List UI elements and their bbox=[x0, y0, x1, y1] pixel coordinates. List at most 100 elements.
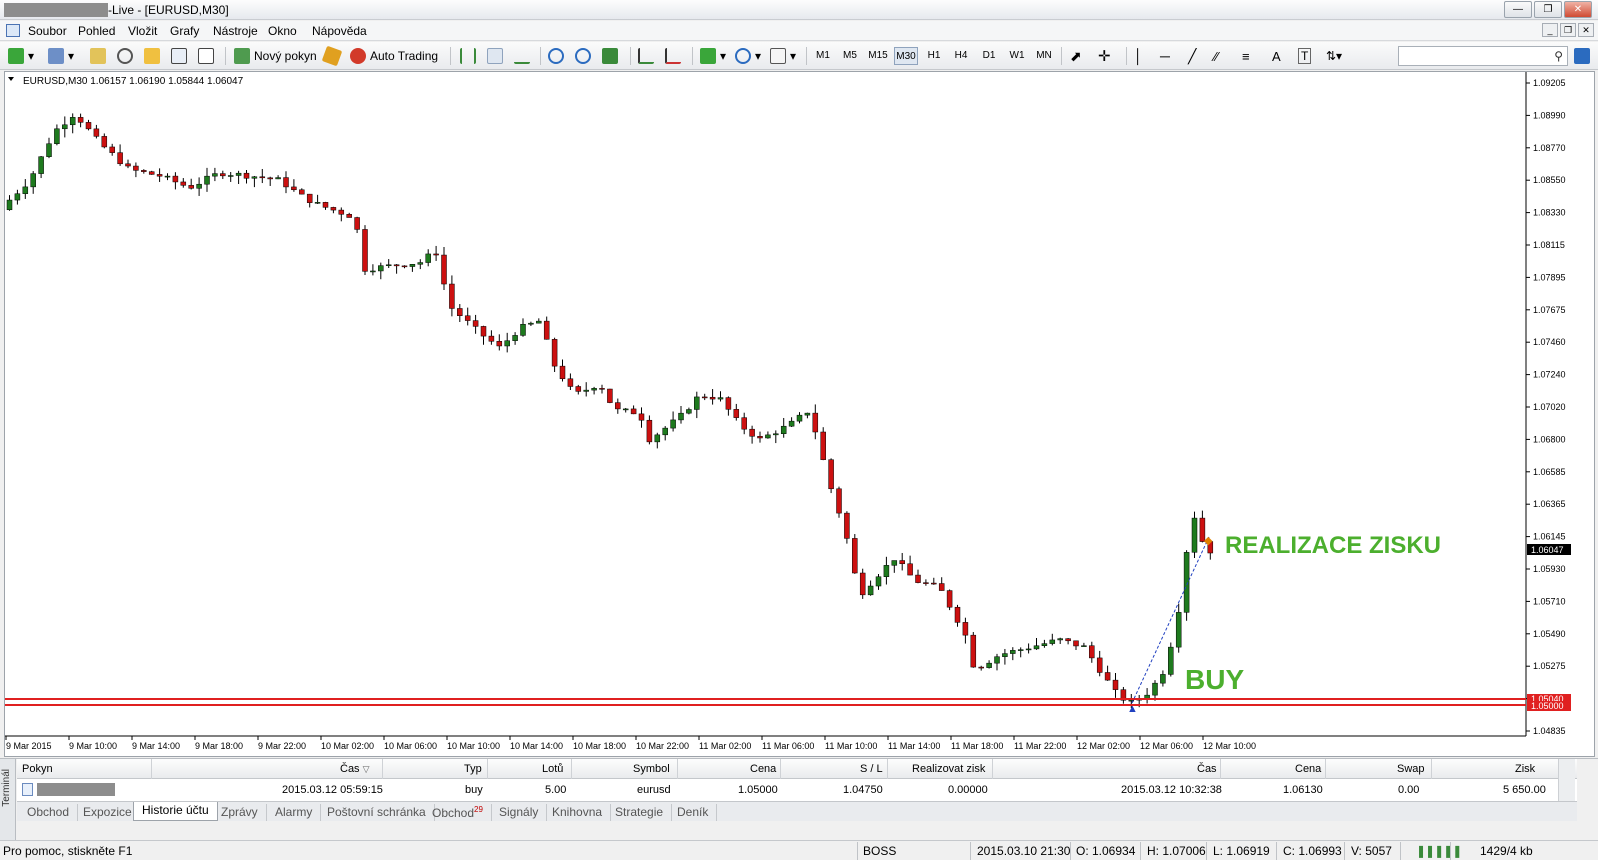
horizontal-line-tool-button[interactable]: ─ bbox=[1160, 46, 1170, 66]
community-button[interactable] bbox=[1574, 46, 1594, 66]
tab-historie-uctu[interactable]: Historie účtu bbox=[133, 802, 218, 821]
candlestick-chart-button[interactable] bbox=[487, 46, 507, 66]
terminal-button[interactable] bbox=[171, 46, 191, 66]
text-label-tool-button[interactable]: T bbox=[1298, 46, 1312, 66]
new-order-button[interactable]: Nový pokyn bbox=[234, 46, 317, 66]
cursor-tool-button[interactable]: ⬈ bbox=[1070, 46, 1082, 66]
candle bbox=[520, 318, 526, 337]
close-button[interactable]: ✕ bbox=[1564, 1, 1592, 18]
data-window-button[interactable] bbox=[117, 46, 137, 66]
timeframe-m15[interactable]: M15 bbox=[866, 47, 890, 65]
col-pokyn[interactable]: Pokyn bbox=[22, 763, 53, 775]
timeframe-d1[interactable]: D1 bbox=[977, 47, 1001, 65]
auto-trading-button[interactable]: Auto Trading bbox=[350, 46, 438, 66]
text-tool-button[interactable]: A bbox=[1272, 46, 1281, 66]
mdi-restore-button[interactable]: ❐ bbox=[1560, 23, 1576, 37]
zoom-in-button[interactable] bbox=[548, 46, 568, 66]
candle bbox=[164, 173, 171, 181]
arrows-tool-button[interactable]: ⇅▾ bbox=[1326, 46, 1342, 66]
periods-button[interactable]: ▾ bbox=[735, 46, 761, 66]
tile-windows-button[interactable] bbox=[602, 46, 622, 66]
tab-strategie[interactable]: Strategie bbox=[607, 804, 673, 821]
tab-denik[interactable]: Deník bbox=[669, 804, 718, 821]
timeframe-mn[interactable]: MN bbox=[1032, 47, 1056, 65]
col-typ[interactable]: Typ bbox=[464, 763, 482, 775]
market-watch-button[interactable] bbox=[90, 46, 110, 66]
col-cas-close[interactable]: Čas bbox=[1197, 763, 1217, 775]
search-input[interactable]: ⚲ bbox=[1398, 46, 1568, 66]
candle bbox=[235, 170, 242, 185]
chart-window-icon[interactable] bbox=[6, 24, 20, 37]
col-tp[interactable]: Realizovat zisk bbox=[912, 763, 985, 775]
timeframe-m5[interactable]: M5 bbox=[838, 47, 862, 65]
tab-signaly[interactable]: Signály bbox=[491, 804, 548, 821]
menu-pohled[interactable]: Pohled bbox=[78, 24, 115, 38]
col-sl[interactable]: S / L bbox=[860, 763, 883, 775]
candle bbox=[591, 386, 597, 395]
tab-alarmy[interactable]: Alarmy bbox=[267, 804, 322, 821]
zoom-out-button[interactable] bbox=[575, 46, 595, 66]
menu-vlozit[interactable]: Vložit bbox=[128, 24, 157, 38]
indicators-button[interactable]: ▾ bbox=[700, 46, 726, 66]
candle bbox=[22, 179, 29, 199]
menu-nastroje[interactable]: Nástroje bbox=[213, 24, 258, 38]
time-axis: 9 Mar 2015 9 Mar 10:00 9 Mar 14:00 9 Mar 18… bbox=[5, 736, 1256, 751]
timeframe-w1[interactable]: W1 bbox=[1005, 47, 1029, 65]
candle bbox=[457, 304, 463, 322]
tab-obchod[interactable]: Obchod bbox=[19, 804, 79, 821]
terminal-scrollbar[interactable] bbox=[1558, 759, 1575, 801]
fibonacci-tool-button[interactable]: ≡ bbox=[1242, 46, 1250, 66]
candle bbox=[978, 665, 984, 671]
mdi-minimize-button[interactable]: _ bbox=[1542, 23, 1558, 37]
col-cas-open[interactable]: Čas ▽ bbox=[340, 763, 370, 775]
col-cena-close[interactable]: Cena bbox=[1295, 763, 1321, 775]
maximize-button[interactable]: ❐ bbox=[1534, 1, 1562, 18]
tester-button[interactable] bbox=[198, 46, 218, 66]
candle bbox=[283, 171, 289, 194]
table-row[interactable]: 2015.03.12 05:59:15 buy 5.00 eurusd 1.05… bbox=[17, 780, 1577, 800]
tab-obchod-market[interactable]: Obchod29 bbox=[424, 804, 492, 821]
candlestick-chart[interactable]: 1.09205 1.08990 1.08770 1.08550 1.08330 1.081… bbox=[5, 72, 1594, 756]
tab-expozice[interactable]: Expozice bbox=[75, 804, 141, 821]
connection-bars-icon: ❚❚❚❚❚ bbox=[1416, 844, 1462, 858]
candle bbox=[77, 113, 84, 128]
timeframe-h4[interactable]: H4 bbox=[949, 47, 973, 65]
timeframe-m1[interactable]: M1 bbox=[811, 47, 835, 65]
menu-grafy[interactable]: Grafy bbox=[170, 24, 199, 38]
menu-napoveda[interactable]: Nápověda bbox=[312, 24, 367, 38]
candle bbox=[583, 382, 589, 397]
minimize-button[interactable]: — bbox=[1504, 1, 1532, 18]
line-chart-button[interactable] bbox=[514, 46, 534, 66]
mdi-close-button[interactable]: ✕ bbox=[1578, 23, 1594, 37]
timeframe-h1[interactable]: H1 bbox=[922, 47, 946, 65]
candle bbox=[378, 262, 384, 280]
closed-order-icon bbox=[22, 783, 33, 796]
vertical-line-tool-button[interactable]: │ bbox=[1134, 46, 1143, 66]
autoscroll-button[interactable] bbox=[638, 46, 658, 66]
tab-postovni-schranka[interactable]: Poštovní schránka bbox=[319, 804, 435, 821]
col-symbol[interactable]: Symbol bbox=[633, 763, 670, 775]
tab-knihovna[interactable]: Knihovna bbox=[544, 804, 612, 821]
profiles-icon bbox=[48, 48, 64, 64]
col-cena-open[interactable]: Cena bbox=[750, 763, 776, 775]
menu-okno[interactable]: Okno bbox=[268, 24, 297, 38]
new-chart-button[interactable]: ▾ bbox=[8, 46, 34, 66]
tab-zpravy[interactable]: Zprávy bbox=[213, 804, 267, 821]
crosshair-tool-button[interactable]: ✛ bbox=[1098, 46, 1111, 66]
chart-window[interactable]: 1.09205 1.08990 1.08770 1.08550 1.08330 1.081… bbox=[4, 71, 1595, 757]
col-swap[interactable]: Swap bbox=[1397, 763, 1425, 775]
chart-shift-button[interactable] bbox=[665, 46, 685, 66]
menu-soubor[interactable]: Soubor bbox=[28, 24, 67, 38]
terminal-side-tab[interactable]: Terminál bbox=[0, 759, 16, 841]
timeframe-m30[interactable]: M30 bbox=[894, 47, 918, 65]
templates-button[interactable]: ▾ bbox=[770, 46, 796, 66]
col-lotu[interactable]: Lotů bbox=[542, 763, 563, 775]
navigator-button[interactable] bbox=[144, 46, 164, 66]
time-tick-label: 9 Mar 10:00 bbox=[69, 741, 117, 751]
channel-tool-button[interactable]: ∕∕ bbox=[1214, 46, 1218, 66]
col-zisk[interactable]: Zisk bbox=[1515, 763, 1535, 775]
metaeditor-button[interactable] bbox=[321, 45, 344, 67]
trendline-tool-button[interactable]: ╱ bbox=[1188, 46, 1196, 66]
bar-chart-button[interactable] bbox=[460, 46, 480, 66]
profiles-button[interactable]: ▾ bbox=[48, 46, 74, 66]
